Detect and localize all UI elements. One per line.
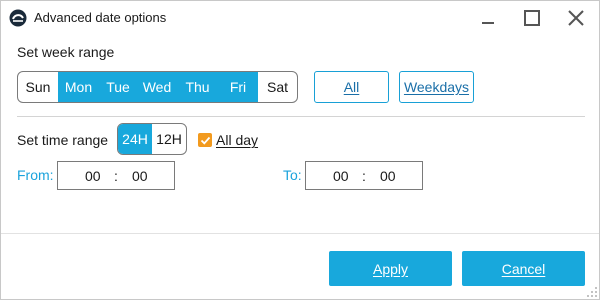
to-minute-field[interactable]: 00: [380, 168, 396, 184]
to-time-separator: :: [362, 168, 366, 184]
resize-grip-icon[interactable]: [586, 286, 598, 298]
format-12h-option[interactable]: 12H: [152, 124, 186, 154]
day-sun[interactable]: Sun: [18, 72, 58, 102]
format-24h-option[interactable]: 24H: [118, 124, 152, 154]
day-thu[interactable]: Thu: [177, 72, 218, 102]
maximize-icon: [524, 10, 540, 26]
from-label: From:: [17, 167, 54, 183]
advanced-date-options-dialog: Advanced date options Set week range Sun…: [0, 0, 600, 300]
all-days-button[interactable]: All: [314, 71, 389, 103]
section-divider: [17, 116, 585, 117]
all-day-checkbox[interactable]: [198, 133, 212, 147]
minimize-button[interactable]: [474, 5, 502, 31]
day-wed[interactable]: Wed: [137, 72, 177, 102]
time-range-label: Set time range: [17, 132, 109, 148]
window-title: Advanced date options: [34, 10, 167, 25]
close-button[interactable]: [562, 5, 590, 31]
all-day-label[interactable]: All day: [216, 132, 258, 148]
day-tue[interactable]: Tue: [99, 72, 137, 102]
from-hour-field[interactable]: 00: [85, 168, 101, 184]
day-sat[interactable]: Sat: [258, 72, 297, 102]
to-label: To:: [283, 167, 302, 183]
from-minute-field[interactable]: 00: [132, 168, 148, 184]
minimize-icon: [482, 22, 494, 24]
to-hour-field[interactable]: 00: [333, 168, 349, 184]
cancel-button[interactable]: Cancel: [462, 251, 585, 286]
time-format-toggle: 24H 12H: [117, 123, 187, 155]
weekday-selector: Sun Mon Tue Wed Thu Fri Sat: [17, 71, 298, 103]
to-time-input[interactable]: 00 : 00: [305, 161, 423, 190]
title-bar: Advanced date options: [1, 1, 599, 35]
day-fri[interactable]: Fri: [218, 72, 258, 102]
checkmark-icon: [200, 136, 210, 145]
weekdays-button[interactable]: Weekdays: [399, 71, 474, 103]
close-icon: [568, 10, 584, 26]
week-range-label: Set week range: [17, 44, 115, 60]
day-mon[interactable]: Mon: [58, 72, 99, 102]
from-time-separator: :: [114, 168, 118, 184]
apply-button[interactable]: Apply: [329, 251, 452, 286]
app-logo-icon: [9, 9, 27, 27]
maximize-button[interactable]: [518, 5, 546, 31]
from-time-input[interactable]: 00 : 00: [57, 161, 175, 190]
footer-divider: [1, 233, 599, 234]
